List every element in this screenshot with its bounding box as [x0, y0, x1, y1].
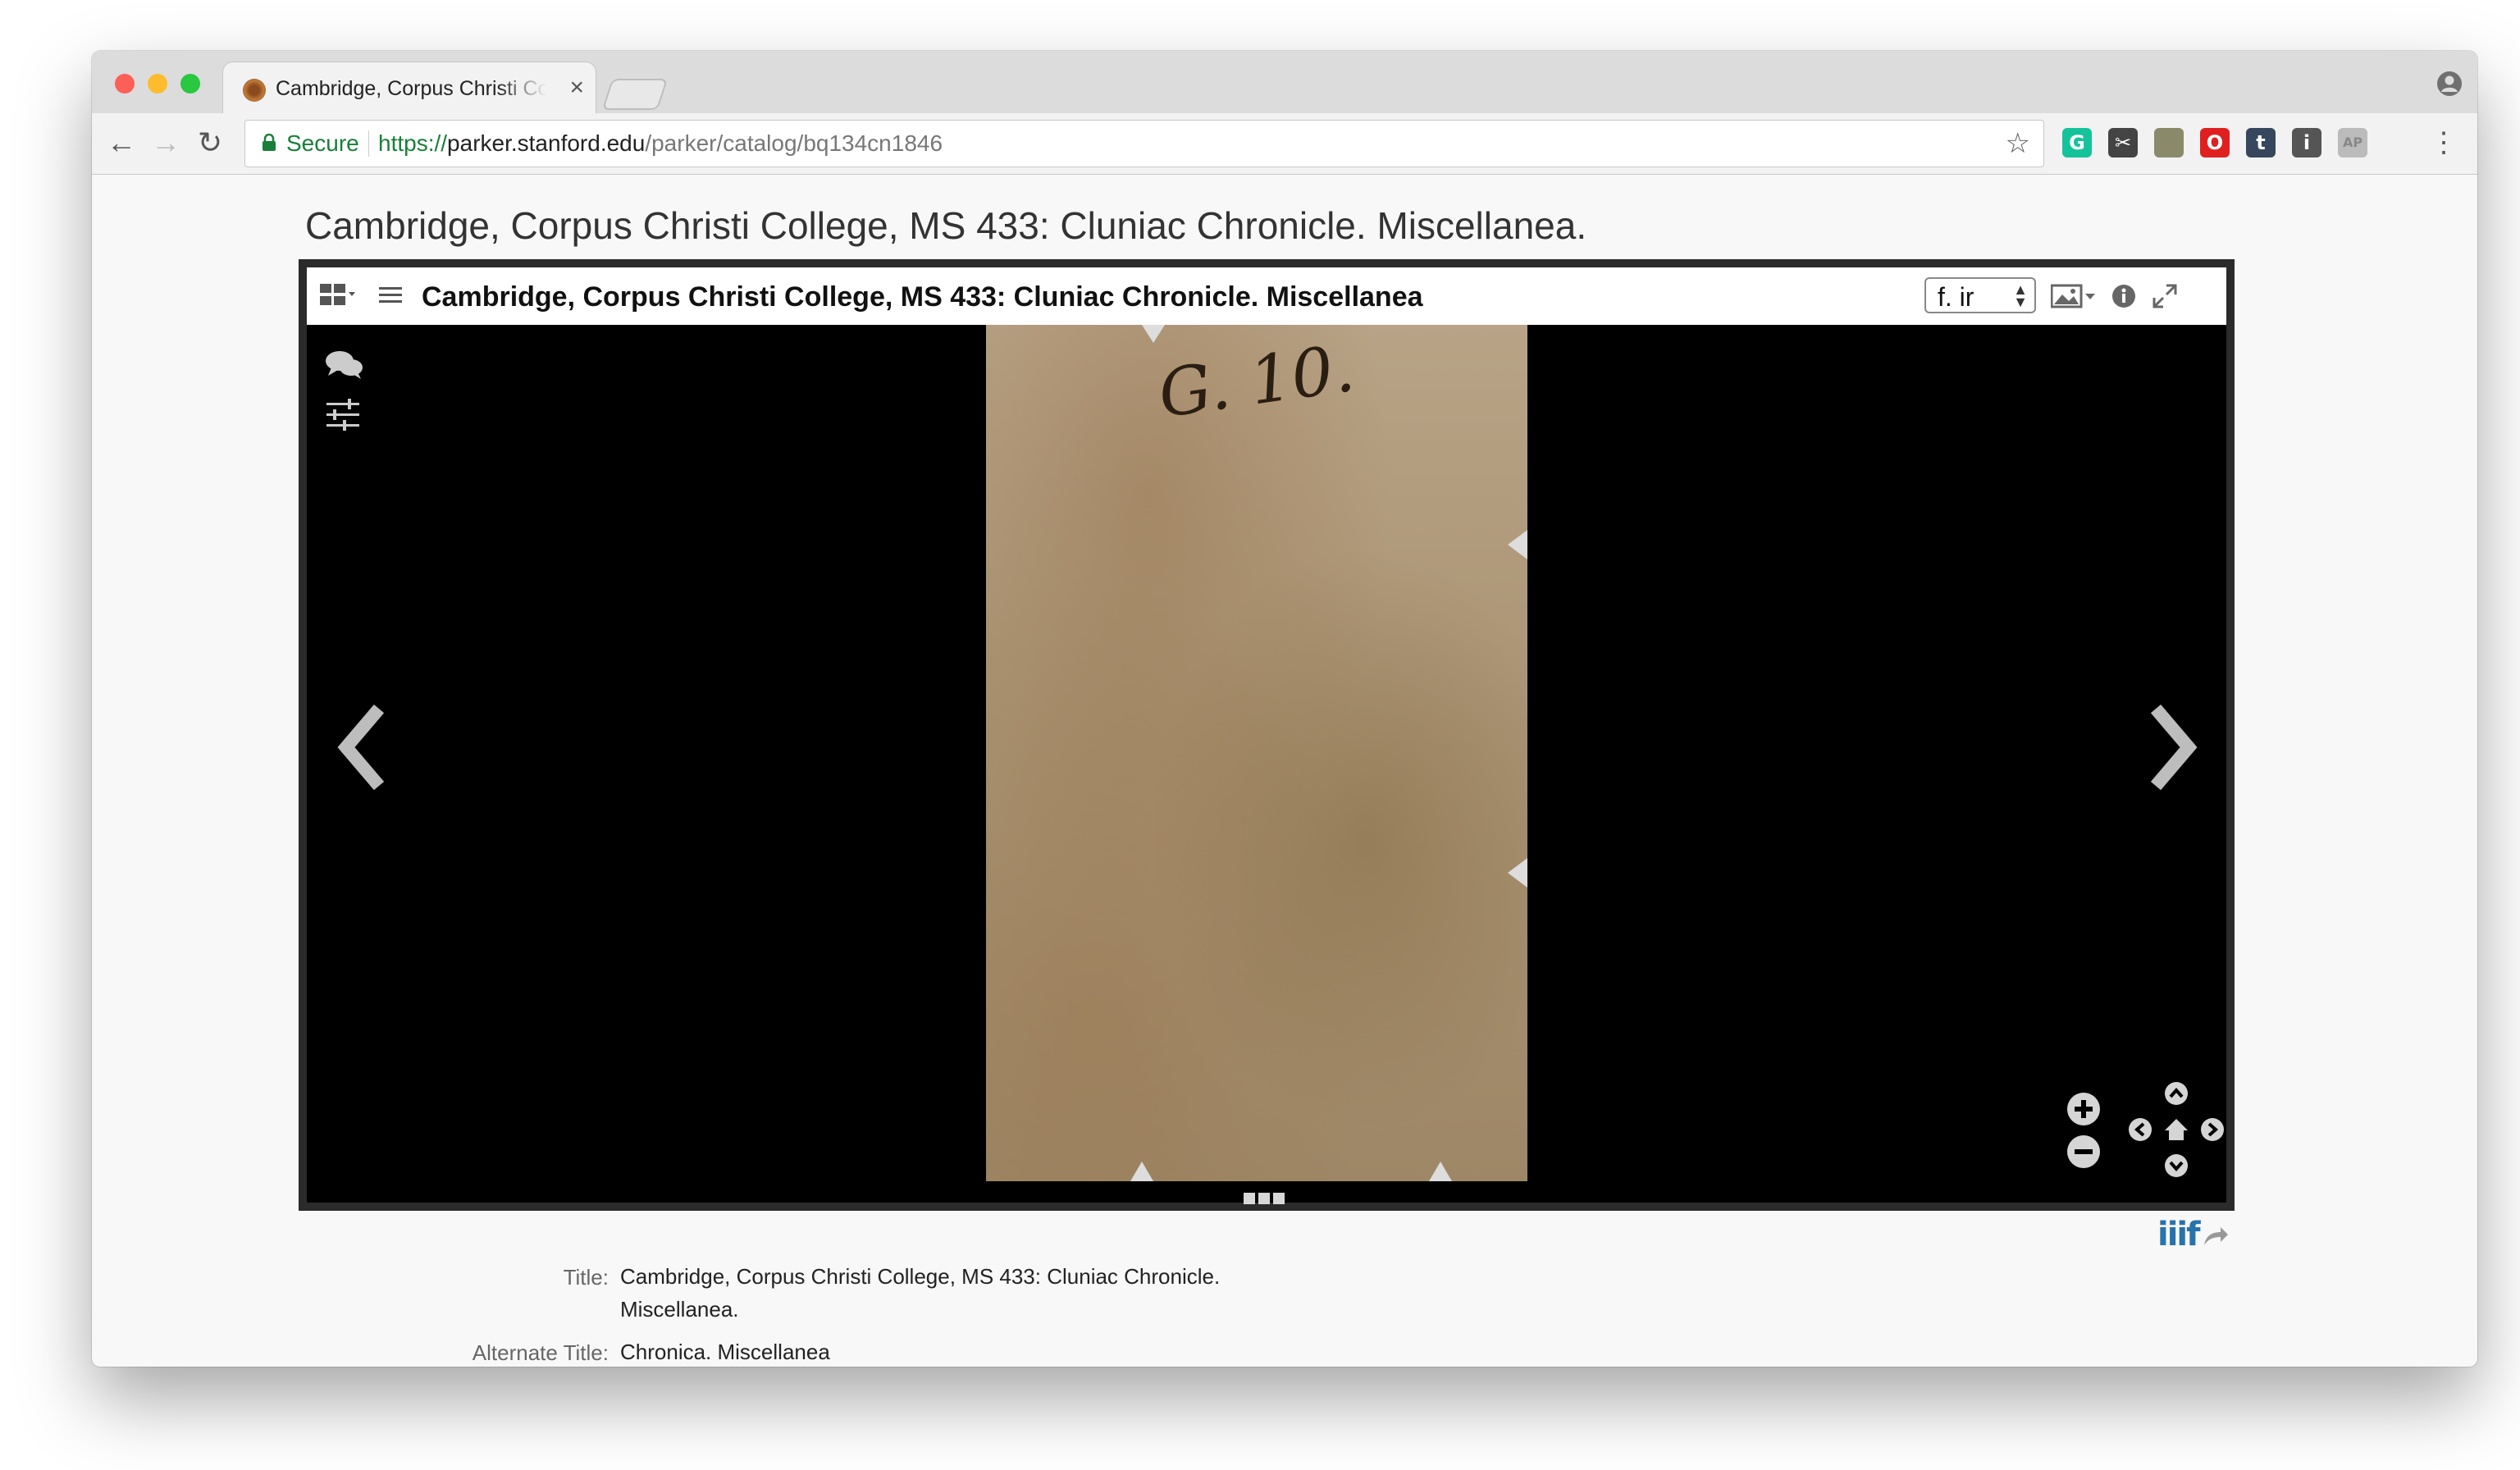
back-arrow-icon[interactable]: ←: [103, 125, 139, 161]
minimize-window-button[interactable]: [148, 74, 167, 94]
opera-icon[interactable]: O: [2200, 128, 2230, 158]
url-path: /parker/catalog/bq134cn1846: [645, 130, 943, 156]
pan-controls: [2129, 1082, 2224, 1177]
tab-strip: Cambridge, Corpus Christi College, MS 43…: [92, 51, 2477, 113]
browser-menu-icon[interactable]: ⋮: [2430, 123, 2458, 162]
shelfmark-inscription: G. 10.: [1153, 329, 1359, 433]
hamburger-icon[interactable]: [379, 285, 402, 305]
pan-left-icon: [2129, 1118, 2152, 1141]
bookmark-star-icon[interactable]: ☆: [2006, 127, 2030, 160]
close-window-button[interactable]: [115, 74, 135, 94]
page-tab-notch: [1508, 858, 1527, 888]
mirador-viewer: Cambridge, Corpus Christi College, MS 43…: [307, 267, 2226, 1204]
zoom-in-icon[interactable]: [2066, 1091, 2102, 1127]
metadata-title-label: Title:: [563, 1265, 609, 1290]
pan-down-icon: [2165, 1154, 2188, 1177]
image-icon[interactable]: [2051, 284, 2097, 308]
viewer-title: Cambridge, Corpus Christi College, MS 43…: [422, 281, 1423, 313]
divider: [368, 130, 369, 157]
page-tab-notch: [1508, 530, 1527, 559]
metadata-alt-title-label: Alternate Title:: [472, 1340, 609, 1365]
iiif-logo[interactable]: iiif: [2157, 1216, 2229, 1253]
page-tab-notch: [1429, 1162, 1452, 1181]
previous-arrow-icon[interactable]: [331, 702, 390, 792]
forward-arrow-icon[interactable]: →: [148, 125, 184, 161]
manuscript-page-image[interactable]: G. 10.: [986, 325, 1527, 1181]
tab-close-button[interactable]: ×: [569, 74, 584, 102]
view-grid-icon[interactable]: [320, 284, 356, 307]
zoom-out-icon[interactable]: [2066, 1134, 2102, 1170]
favicon-icon: [243, 79, 266, 102]
address-bar[interactable]: Secure https://parker.stanford.edu/parke…: [244, 120, 2044, 167]
next-arrow-icon[interactable]: [2144, 702, 2203, 792]
folio-select-value: f. ir: [1938, 282, 1974, 312]
fullscreen-icon[interactable]: [2152, 284, 2177, 308]
home-icon: [2165, 1119, 2188, 1140]
url-scheme: https://: [378, 130, 448, 156]
info-icon[interactable]: [2111, 284, 2136, 308]
grammarly-icon[interactable]: G: [2062, 128, 2092, 158]
metadata-title-value: Cambridge, Corpus Christi College, MS 43…: [620, 1264, 1221, 1322]
share-arrow-icon: [2203, 1227, 2228, 1245]
folio-select[interactable]: f. ir ▲ ▼: [1924, 277, 2036, 313]
browser-window: Cambridge, Corpus Christi College, MS 43…: [92, 51, 2477, 1367]
onepassword-icon[interactable]: i: [2292, 128, 2321, 158]
new-tab-button[interactable]: [601, 79, 669, 110]
page-tab-notch: [1142, 325, 1165, 343]
url-text[interactable]: https://parker.stanford.edu/parker/catal…: [378, 130, 943, 157]
profile-icon[interactable]: [2436, 71, 2463, 97]
sliders-icon[interactable]: [325, 399, 361, 431]
thumbnail-toggle[interactable]: [1244, 1193, 1288, 1208]
browser-toolbar: ← → ↻ Secure https://parker.stanford.edu…: [92, 113, 2477, 175]
iiif-logo-text: iiif: [2157, 1216, 2201, 1253]
tumblr-icon[interactable]: t: [2246, 128, 2276, 158]
postage-stamp-icon[interactable]: [2154, 128, 2184, 158]
tab-title: Cambridge, Corpus Christi College, MS 43…: [276, 77, 546, 100]
lock-icon: [262, 134, 276, 151]
comments-icon[interactable]: [325, 349, 364, 382]
secure-label: Secure: [286, 130, 359, 156]
page-title: Cambridge, Corpus Christi College, MS 43…: [305, 204, 1587, 247]
pan-up-icon: [2165, 1082, 2188, 1105]
reload-icon[interactable]: ↻: [192, 125, 228, 161]
scissors-icon[interactable]: ✂: [2108, 128, 2138, 158]
page-tab-notch: [1130, 1162, 1153, 1181]
metadata-alt-title-value: Chronica. Miscellanea: [620, 1340, 830, 1364]
ap-icon[interactable]: AP: [2338, 128, 2367, 158]
select-arrows-icon: ▲ ▼: [2013, 281, 2028, 310]
viewer-header: Cambridge, Corpus Christi College, MS 43…: [307, 267, 2226, 325]
pan-right-icon: [2201, 1118, 2224, 1141]
maximize-window-button[interactable]: [180, 74, 200, 94]
browser-tab[interactable]: Cambridge, Corpus Christi College, MS 43…: [223, 62, 596, 113]
url-host: parker.stanford.edu: [447, 130, 646, 156]
